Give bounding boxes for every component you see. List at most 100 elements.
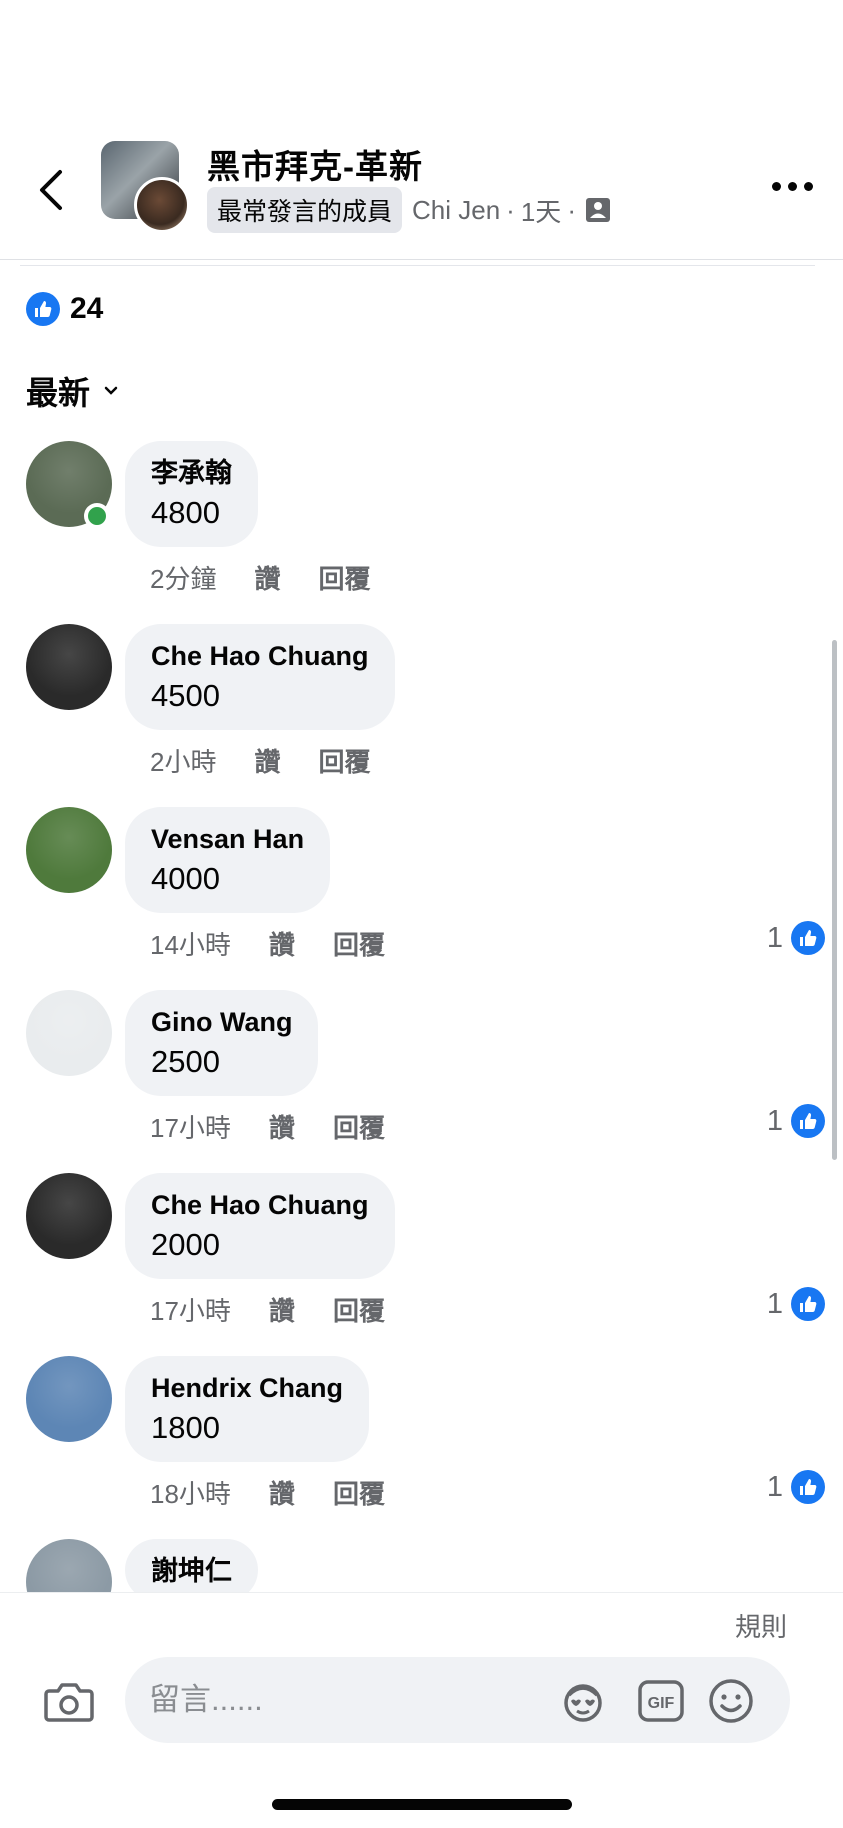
camera-icon [44,1683,94,1722]
gif-label: GIF [648,1695,675,1712]
avatar[interactable] [26,1356,112,1442]
comment-composer: 規則 GIF [0,1592,843,1828]
comment-actions: 18小時 讚 回覆 [150,1474,385,1511]
commenter-name[interactable]: Che Hao Chuang [151,1187,369,1223]
comment-reactions[interactable]: 1 [767,1104,825,1138]
comment-item: Gino Wang 2500 17小時 讚 回覆 1 [0,990,843,1173]
avatar[interactable] [26,990,112,1076]
reply-button[interactable]: 回覆 [318,559,370,596]
like-button[interactable]: 讚 [269,1108,295,1145]
reply-button[interactable]: 回覆 [318,742,370,779]
like-reaction-icon [26,292,60,326]
home-indicator[interactable] [272,1799,572,1810]
smiley-icon [709,1679,753,1723]
rules-link[interactable]: 規則 [735,1607,787,1644]
meta-separator: · [567,194,576,225]
more-options-button[interactable] [772,182,813,191]
comment-like-count: 1 [766,1470,783,1503]
commenter-name[interactable]: 謝坤仁 [151,1553,232,1589]
chevron-down-icon [104,386,118,396]
comment-actions: 2分鐘 讚 回覆 [150,559,371,596]
comment-input[interactable] [149,1657,529,1743]
comment-actions: 2小時 讚 回覆 [150,742,371,779]
divider [0,259,843,260]
gif-button[interactable]: GIF [637,1677,685,1725]
comment-bubble[interactable]: 李承翰 4800 [125,441,258,547]
comment-input-box[interactable]: GIF [125,1657,790,1743]
group-avatar[interactable] [101,141,191,233]
comment-item: Che Hao Chuang 2000 17小時 讚 回覆 1 [0,1173,843,1356]
comment-time[interactable]: 17小時 [150,1108,231,1145]
comment-time[interactable]: 18小時 [150,1474,231,1511]
author-name[interactable]: Chi Jen [412,195,500,226]
comment-time[interactable]: 17小時 [150,1291,231,1328]
comment-actions: 14小時 讚 回覆 [150,925,385,962]
dot [804,182,813,191]
post-time[interactable]: 1天 [521,192,561,229]
reaction-count: 24 [70,292,104,325]
comment-item: Vensan Han 4000 14小時 讚 回覆 1 [0,807,843,990]
like-button[interactable]: 讚 [269,1291,295,1328]
comment-bubble[interactable]: Che Hao Chuang 2000 [125,1173,395,1279]
comment-like-count: 1 [766,1104,783,1137]
reactions-summary[interactable]: 24 [26,292,103,326]
comment-item: 李承翰 4800 2分鐘 讚 回覆 [0,441,843,624]
reply-button[interactable]: 回覆 [333,1108,385,1145]
comment-text: 2500 [151,1044,220,1079]
emoji-button[interactable] [707,1677,755,1725]
group-title[interactable]: 黑市拜克-革新 [207,140,423,188]
sticker-icon [564,1684,602,1722]
sort-label: 最新 [26,375,91,411]
back-button[interactable] [30,160,70,220]
commenter-name[interactable]: 李承翰 [151,455,232,491]
scrollbar[interactable] [832,640,837,1160]
comment-item: Hendrix Chang 1800 18小時 讚 回覆 1 [0,1356,843,1539]
comment-bubble[interactable]: Hendrix Chang 1800 [125,1356,370,1462]
commenter-name[interactable]: Vensan Han [151,821,304,857]
reply-button[interactable]: 回覆 [333,1291,385,1328]
avatar-sticker-button[interactable] [559,1677,607,1725]
comment-actions: 17小時 讚 回覆 [150,1108,385,1145]
comment-bubble[interactable]: Che Hao Chuang 4500 [125,624,395,730]
avatar[interactable] [26,807,112,893]
online-status-dot [84,503,110,529]
like-button[interactable]: 讚 [269,925,295,962]
camera-button[interactable] [42,1675,96,1729]
comment-like-count: 1 [766,921,783,954]
reply-button[interactable]: 回覆 [333,1474,385,1511]
commenter-name[interactable]: Che Hao Chuang [151,638,369,674]
avatar[interactable] [26,624,112,710]
comment-bubble[interactable]: Vensan Han 4000 [125,807,331,913]
comment-reactions[interactable]: 1 [767,1287,825,1321]
comment-like-count: 1 [766,1287,783,1320]
comment-time[interactable]: 2小時 [150,742,216,779]
comment-time[interactable]: 2分鐘 [150,559,216,596]
comment-time[interactable]: 14小時 [150,925,231,962]
author-avatar [134,177,190,233]
commenter-name[interactable]: Gino Wang [151,1004,292,1040]
comment-reactions[interactable]: 1 [767,921,825,955]
divider [20,265,815,266]
comment-text: 4000 [151,861,220,896]
comment-text: 4500 [151,678,220,713]
comment-reactions[interactable]: 1 [767,1470,825,1504]
like-button[interactable]: 讚 [254,559,280,596]
comment-text: 2000 [151,1227,220,1262]
like-button[interactable]: 讚 [254,742,280,779]
chevron-left-icon [40,170,62,210]
comment-item: Che Hao Chuang 4500 2小時 讚 回覆 [0,624,843,807]
gif-icon: GIF [638,1680,684,1722]
reply-button[interactable]: 回覆 [333,925,385,962]
sort-dropdown[interactable]: 最新 [26,368,118,414]
avatar[interactable] [26,1173,112,1259]
like-reaction-icon [791,1104,825,1138]
commenter-name[interactable]: Hendrix Chang [151,1370,343,1406]
dot [788,182,797,191]
like-button[interactable]: 讚 [269,1474,295,1511]
comment-bubble[interactable]: Gino Wang 2500 [125,990,319,1096]
like-reaction-icon [791,1470,825,1504]
comment-actions: 17小時 讚 回覆 [150,1291,385,1328]
group-members-icon [584,196,612,224]
meta-separator: · [506,194,515,225]
dot [772,182,781,191]
